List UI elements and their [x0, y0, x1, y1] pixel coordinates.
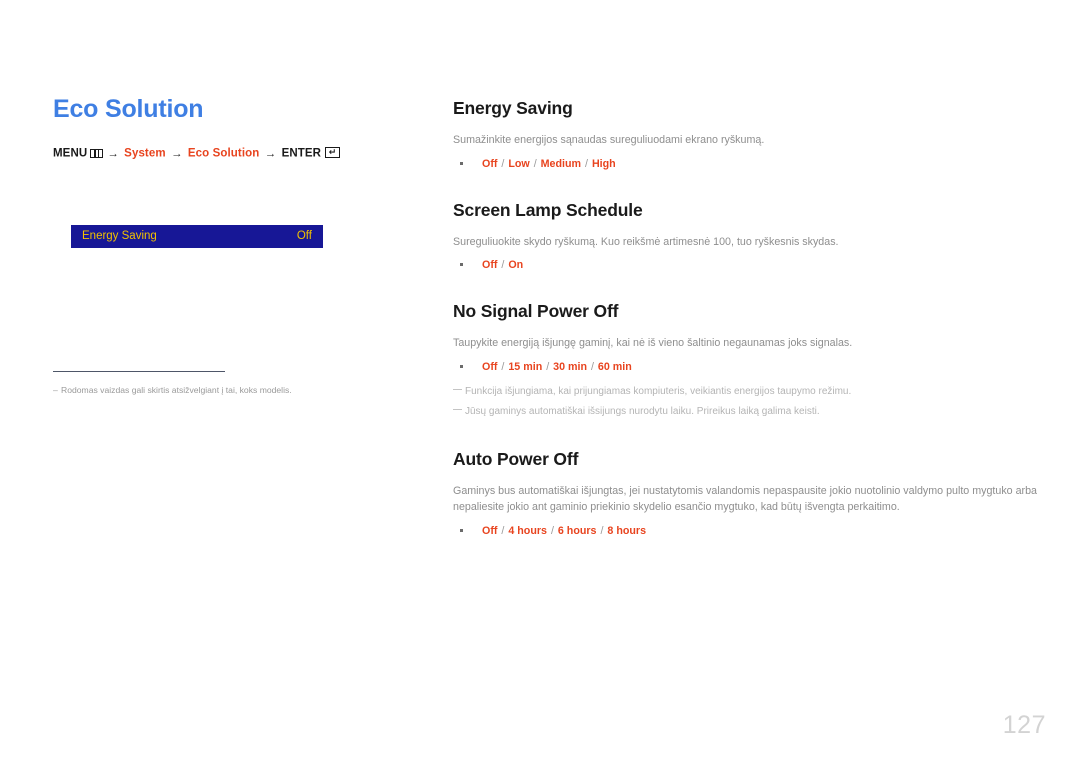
- footnote-dash: –: [53, 385, 58, 395]
- option-item[interactable]: 30 min: [553, 361, 587, 373]
- option-item[interactable]: High: [592, 158, 616, 170]
- footnote-text: Rodomas vaizdas gali skirtis atsižvelgia…: [61, 385, 292, 395]
- section-options: Off / On: [453, 257, 1053, 273]
- section-energy-saving: Energy Saving Sumažinkite energijos sąna…: [453, 98, 1053, 172]
- osd-item-label: Energy Saving: [82, 229, 157, 242]
- manual-page: { "page": { "number": "127", "title": "E…: [0, 0, 1080, 763]
- options-list: Off / 15 min / 30 min / 60 min: [482, 360, 632, 373]
- option-item[interactable]: Medium: [541, 158, 581, 170]
- page-title: Eco Solution: [53, 95, 204, 123]
- breadcrumb-arrow-2: →: [170, 147, 183, 160]
- note-dash-icon: [453, 408, 462, 411]
- left-column: Eco Solution MENU → System → Eco Solution…: [53, 96, 393, 160]
- section-description: Gaminys bus automatiškai išjungtas, jei …: [453, 484, 1037, 514]
- breadcrumb-arrow-1: →: [107, 147, 119, 160]
- option-item[interactable]: 8 hours: [607, 525, 646, 537]
- menu-grid-icon: [90, 148, 104, 158]
- section-heading: No Signal Power Off: [453, 301, 619, 322]
- breadcrumb-enter-label: ENTER: [281, 147, 322, 160]
- section-auto-power-off: Auto Power Off Gaminys bus automatiškai …: [453, 449, 1053, 539]
- option-item[interactable]: Off: [482, 158, 497, 170]
- note-dash-icon: [453, 388, 462, 391]
- option-item[interactable]: 6 hours: [558, 525, 597, 537]
- bullet-icon: [460, 263, 463, 267]
- note-text: Funkcija išjungiama, kai prijungiamas ko…: [465, 385, 852, 397]
- section-options: Off / 15 min / 30 min / 60 min: [453, 359, 1053, 375]
- bullet-icon: [460, 529, 463, 533]
- section-heading: Energy Saving: [453, 98, 573, 118]
- section-note: Funkcija išjungiama, kai prijungiamas ko…: [453, 384, 1053, 399]
- section-no-signal-power-off: No Signal Power Off Taupykite energiją i…: [453, 301, 1053, 419]
- breadcrumb: MENU → System → Eco Solution → ENTER ↵: [53, 147, 393, 160]
- enter-key-icon: ↵: [325, 147, 341, 159]
- right-column: Energy Saving Sumažinkite energijos sąna…: [453, 98, 1053, 539]
- breadcrumb-menu-label: MENU: [53, 147, 88, 160]
- section-heading: Screen Lamp Schedule: [453, 199, 643, 220]
- bullet-icon: [460, 364, 463, 368]
- options-list: Off / 4 hours / 6 hours / 8 hours: [482, 525, 647, 538]
- options-list: Off / On: [482, 259, 524, 272]
- section-options: Off / 4 hours / 6 hours / 8 hours: [453, 523, 1053, 539]
- section-description: Sureguliuokite skydo ryškumą. Kuo reikšm…: [453, 235, 839, 248]
- left-footnote: – Rodomas vaizdas gali skirtis atsižvelgi…: [53, 384, 383, 396]
- section-screen-lamp-schedule: Screen Lamp Schedule Sureguliuokite skyd…: [453, 200, 1053, 274]
- bullet-icon: [460, 161, 463, 165]
- breadcrumb-item-eco-solution[interactable]: Eco Solution: [188, 148, 259, 160]
- section-description: Taupykite energiją išjungę gaminį, kai n…: [453, 337, 853, 350]
- option-item[interactable]: 60 min: [598, 361, 632, 373]
- option-item[interactable]: Off: [482, 525, 497, 537]
- option-item[interactable]: On: [508, 259, 523, 271]
- breadcrumb-item-system[interactable]: System: [124, 148, 166, 160]
- footnote-divider: [53, 371, 225, 372]
- option-item[interactable]: Off: [482, 361, 497, 373]
- section-heading: Auto Power Off: [453, 448, 579, 469]
- section-options: Off / Low / Medium / High: [453, 156, 1053, 172]
- breadcrumb-arrow-3: →: [264, 147, 277, 160]
- section-description: Sumažinkite energijos sąnaudas sureguliu…: [453, 134, 765, 146]
- osd-menu-row-energy-saving[interactable]: Energy Saving Off: [71, 225, 323, 248]
- option-item[interactable]: Off: [482, 259, 497, 271]
- note-text: Jūsų gaminys automatiškai išsijungs nuro…: [465, 405, 820, 417]
- option-item[interactable]: 4 hours: [508, 525, 547, 537]
- option-item[interactable]: Low: [508, 158, 529, 170]
- osd-item-value: Off: [296, 229, 312, 242]
- section-note: Jūsų gaminys automatiškai išsijungs nuro…: [453, 404, 1053, 419]
- options-list: Off / Low / Medium / High: [482, 157, 616, 170]
- page-number: 127: [1002, 711, 1046, 739]
- option-item[interactable]: 15 min: [508, 361, 542, 373]
